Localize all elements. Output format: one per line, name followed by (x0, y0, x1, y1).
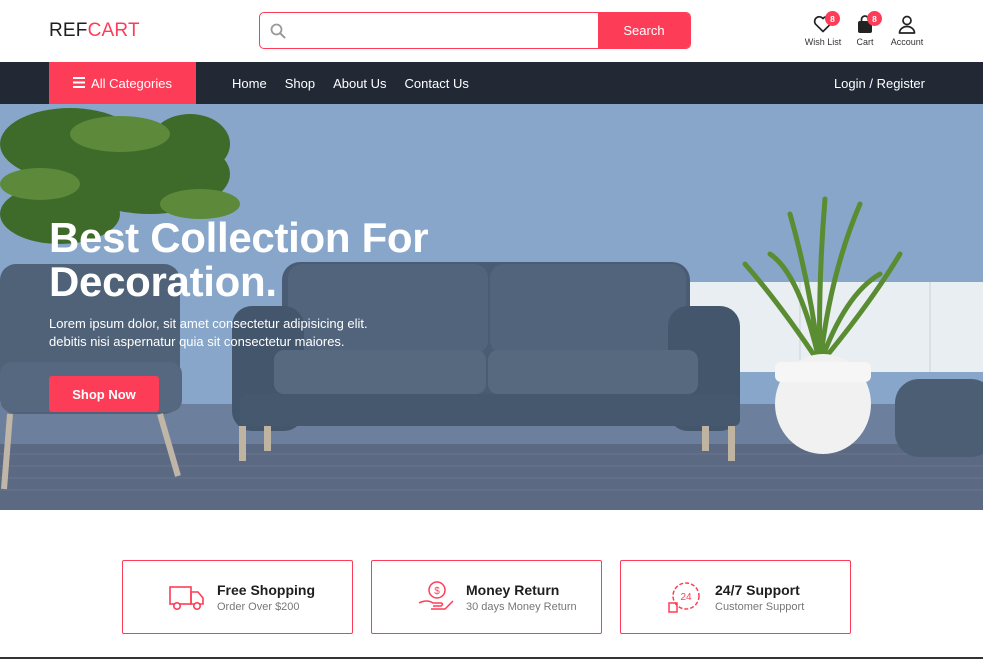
header-icons: 8 Wish List 8 Cart Account (801, 11, 927, 47)
logo-text-ref: REF (49, 20, 88, 41)
hero-subtitle-line-2: debitis nisi aspernatur quia sit consect… (49, 334, 345, 349)
account-label: Account (890, 37, 924, 47)
hero-title: Best Collection For Decoration. (49, 216, 509, 304)
svg-text:24: 24 (680, 592, 692, 603)
wishlist-label: Wish List (804, 37, 842, 47)
wishlist-link[interactable]: 8 Wish List (803, 11, 843, 47)
feature-card-support: 24 24/7 Support Customer Support (620, 560, 851, 634)
feature-title: Free Shopping (217, 581, 315, 598)
search-icon (260, 13, 296, 48)
feature-title: Money Return (466, 581, 560, 598)
feature-subtitle: 30 days Money Return (466, 600, 577, 613)
money-return-icon: $ (416, 577, 456, 617)
search-bar: Search (259, 12, 691, 49)
user-icon (898, 14, 916, 34)
nav-link-shop[interactable]: Shop (285, 76, 315, 91)
shop-now-button[interactable]: Shop Now (49, 376, 159, 412)
hero-background-image (0, 104, 983, 510)
bars-icon (73, 76, 86, 91)
hero-title-line-1: Best Collection For (49, 214, 429, 261)
cart-count-badge: 8 (867, 11, 882, 26)
search-button[interactable]: Search (598, 13, 690, 48)
feature-card-free-shopping: Free Shopping Order Over $200 (122, 560, 353, 634)
svg-text:$: $ (434, 586, 440, 597)
all-categories-label: All Categories (91, 75, 172, 91)
nav-link-home[interactable]: Home (232, 76, 267, 91)
hero-subtitle-line-1: Lorem ipsum dolor, sit amet consectetur … (49, 316, 368, 331)
delivery-truck-icon (167, 577, 207, 617)
wishlist-count-badge: 8 (825, 11, 840, 26)
nav-link-about-us[interactable]: About Us (333, 76, 386, 91)
account-link[interactable]: Account (887, 14, 927, 47)
feature-subtitle: Order Over $200 (217, 600, 300, 613)
feature-subtitle: Customer Support (715, 600, 805, 613)
support-24-icon: 24 (665, 577, 705, 617)
nav-link-contact-us[interactable]: Contact Us (405, 76, 469, 91)
site-logo[interactable]: REFCART (49, 20, 140, 42)
site-header: REFCART Search 8 Wish List 8 Cart Accoun… (0, 0, 983, 62)
cart-link[interactable]: 8 Cart (845, 11, 885, 47)
feature-title: 24/7 Support (715, 581, 800, 598)
nav-links: Home Shop About Us Contact Us (232, 62, 487, 104)
main-nav: All Categories Home Shop About Us Contac… (0, 62, 983, 104)
features-row: Free Shopping Order Over $200 $ Money Re… (122, 560, 851, 634)
search-input[interactable] (296, 13, 598, 48)
cart-label: Cart (856, 37, 874, 47)
feature-card-money-return: $ Money Return 30 days Money Return (371, 560, 602, 634)
hero-title-line-2: Decoration. (49, 258, 277, 305)
logo-text-cart: CART (87, 20, 140, 41)
login-register-link[interactable]: Login / Register (834, 62, 925, 104)
hero-subtitle: Lorem ipsum dolor, sit amet consectetur … (49, 315, 429, 351)
all-categories-button[interactable]: All Categories (49, 62, 196, 104)
hero-banner: Best Collection For Decoration. Lorem ip… (0, 104, 983, 510)
